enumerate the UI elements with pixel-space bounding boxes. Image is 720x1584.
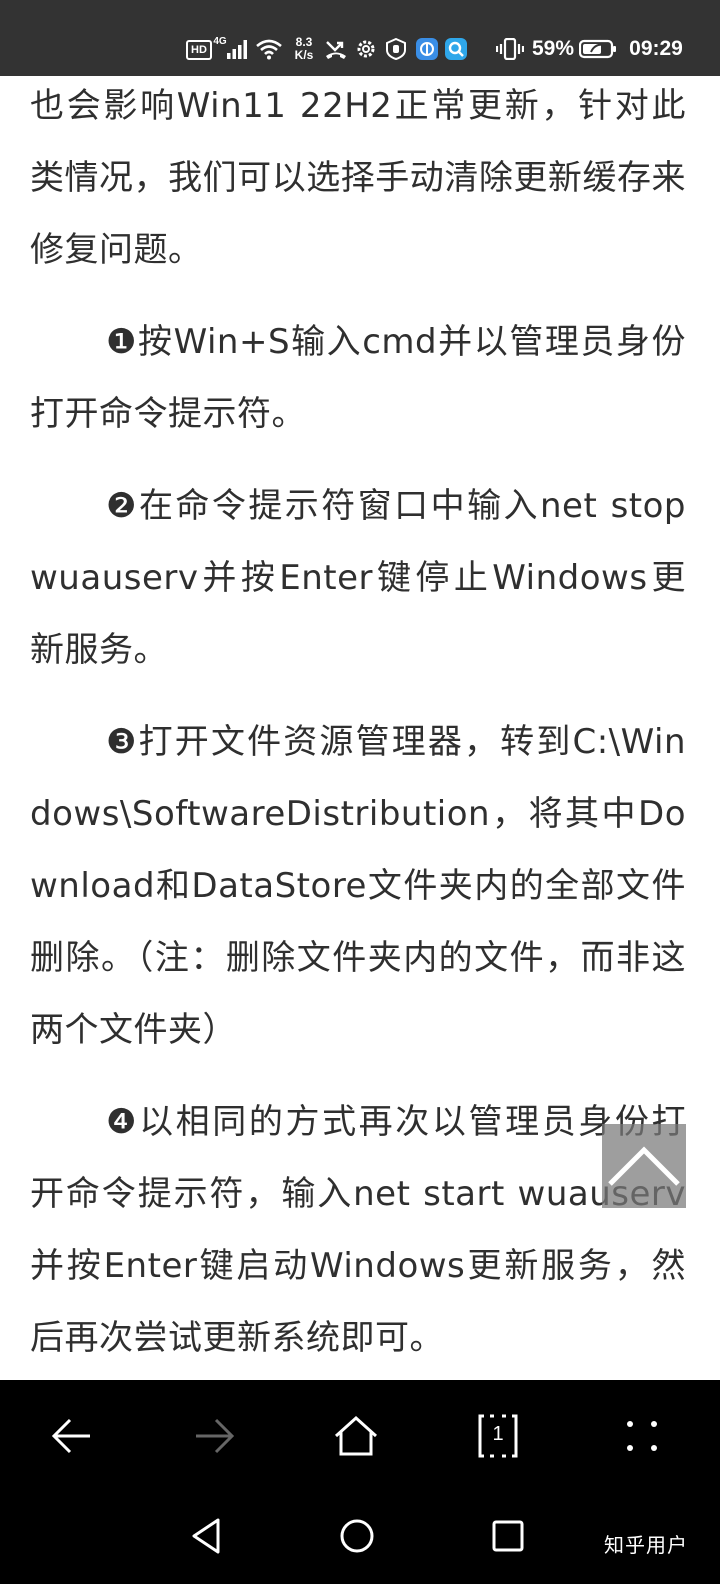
wifi-icon xyxy=(255,36,283,62)
app-icon xyxy=(415,36,439,62)
nav-home-button[interactable] xyxy=(327,1506,387,1566)
watermark: 知乎用户 xyxy=(604,1533,688,1557)
battery-icon xyxy=(578,36,618,62)
more-icon xyxy=(627,1421,657,1451)
status-bar: HD 4G 8.3 K/s 59% 09:29 xyxy=(0,0,720,76)
back-arrow-icon xyxy=(51,1418,90,1454)
back-button[interactable] xyxy=(40,1404,104,1468)
home-button[interactable] xyxy=(324,1404,388,1468)
nav-recents-button[interactable] xyxy=(478,1506,538,1566)
forward-arrow-icon xyxy=(196,1418,235,1454)
back-to-top-button[interactable] xyxy=(602,1124,686,1208)
signal-icon xyxy=(226,36,250,62)
tab-count: 1 xyxy=(492,1423,504,1445)
article-paragraph: 也会影响Win11 22H2正常更新，针对此类情况，我们可以选择手动清除更新缓存… xyxy=(30,86,686,270)
gear-icon xyxy=(354,36,378,62)
article-step-1: ❶按Win+S输入cmd并以管理员身份打开命令提示符。 xyxy=(30,322,686,434)
search-app-icon xyxy=(444,36,468,62)
chevron-up-icon xyxy=(608,1146,680,1186)
hand-icon xyxy=(384,36,408,62)
browser-toolbar: 1 xyxy=(0,1380,720,1494)
more-button[interactable] xyxy=(610,1404,674,1468)
battery-percent: 59% xyxy=(531,37,575,60)
home-icon xyxy=(334,1415,378,1456)
article-content: 也会影响Win11 22H2正常更新，针对此类情况，我们可以选择手动清除更新缓存… xyxy=(30,76,686,1380)
vibrate-icon xyxy=(496,36,524,62)
forward-button[interactable] xyxy=(182,1404,246,1468)
nav-home-icon xyxy=(340,1519,374,1553)
clock: 09:29 xyxy=(629,37,683,60)
hd-badge: HD xyxy=(186,40,212,60)
missed-call-icon xyxy=(324,36,348,62)
article-step-2: ❷在命令提示符窗口中输入net stop wuauserv并按Enter键停止W… xyxy=(30,486,686,670)
network-speed: 8.3 K/s xyxy=(289,32,319,66)
article-step-4: ❹以相同的方式再次以管理员身份打开命令提示符，输入net start wuaus… xyxy=(30,1102,686,1358)
tabs-button[interactable]: 1 xyxy=(466,1404,530,1468)
nav-recents-icon xyxy=(492,1520,524,1552)
article-step-3: ❸打开文件资源管理器，转到C:\Windows\SoftwareDistribu… xyxy=(30,722,686,1050)
nav-back-button[interactable] xyxy=(176,1506,236,1566)
speed-unit: K/s xyxy=(294,48,314,62)
nav-back-icon xyxy=(192,1518,220,1554)
